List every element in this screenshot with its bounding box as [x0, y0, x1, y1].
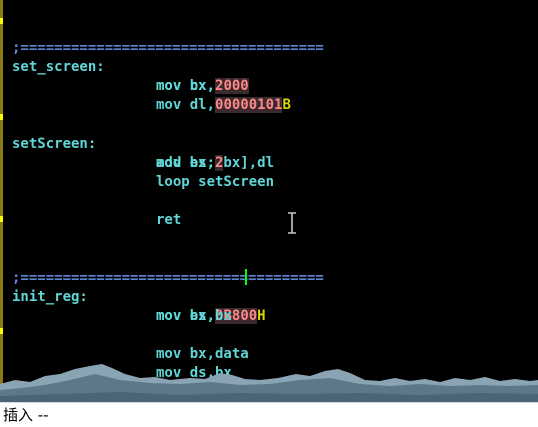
instruction-op: mov dl,	[156, 97, 216, 113]
code-line: loop setScreen	[0, 154, 274, 190]
code-line: ;====================================	[0, 20, 324, 56]
status-bar: 插入 --	[0, 402, 538, 427]
instruction: mov cx,2000	[156, 77, 249, 96]
instruction: mov es,bx	[156, 308, 232, 324]
code-line: mov bx,data	[0, 326, 249, 362]
number-suffix: H	[257, 308, 266, 324]
number-literal: 2	[215, 155, 224, 171]
code-line: mov es,bx	[0, 288, 232, 324]
mode-indicator: 插入 --	[3, 406, 49, 424]
instruction: mov dl,00000101B	[156, 96, 291, 115]
instruction-op: mov cx,	[156, 78, 216, 94]
instruction-op: add bx,	[156, 155, 216, 171]
code-line: mov dl,00000101B	[0, 77, 291, 113]
code-line: ;====================================	[0, 250, 324, 286]
ibeam-cursor-icon	[288, 212, 296, 234]
instruction: loop setScreen	[156, 174, 275, 190]
instruction: ret	[156, 212, 182, 228]
code-line: init_reg: mov bx,0B800H	[0, 269, 266, 324]
mountain-silhouette	[0, 364, 538, 402]
text-cursor	[245, 269, 247, 285]
number-literal: 00	[240, 308, 258, 324]
number-literal: 2000	[215, 78, 249, 94]
code-line: set_screen: mov bx,1	[0, 39, 224, 94]
code-editor[interactable]: ;==================================== se…	[0, 0, 538, 402]
code-line: setScreen: mov es:[bx],dl	[0, 116, 274, 171]
instruction: add bx,2	[156, 154, 224, 173]
number-suffix: B	[282, 97, 291, 113]
code-line: mov cx,2000	[0, 58, 249, 94]
code-line: add bx,2	[0, 135, 224, 171]
comment-separator: ;====================================	[12, 270, 324, 286]
number-literal: 00000101	[215, 97, 283, 113]
comment-separator: ;====================================	[12, 40, 324, 56]
code-line: ret	[0, 192, 181, 228]
